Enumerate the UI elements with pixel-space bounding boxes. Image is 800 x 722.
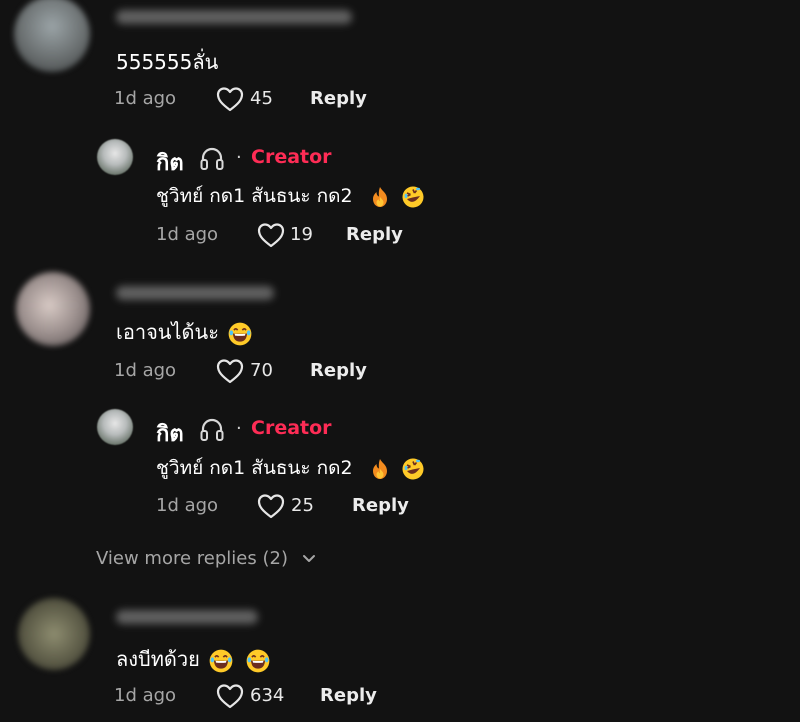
chevron-down-icon [302, 554, 316, 564]
laughing-emoji [208, 648, 234, 674]
heart-outline-icon[interactable] [216, 86, 244, 112]
commenter-name-blurred[interactable] [116, 10, 352, 24]
avatar[interactable] [16, 272, 90, 346]
comment-time: 1d ago [114, 88, 177, 109]
reply-time: 1d ago [156, 224, 219, 245]
avatar[interactable] [14, 0, 90, 72]
reply-button[interactable]: Reply [320, 685, 377, 706]
creator-badge: Creator [251, 417, 332, 439]
comments-panel: 555555ลั่น 1d ago 45 Reply กิต · Creator… [0, 0, 800, 722]
reply-author-name[interactable]: กิต [156, 145, 184, 180]
headphones-icon [199, 417, 225, 443]
heart-outline-icon[interactable] [216, 683, 244, 709]
laughing-emoji [227, 321, 253, 347]
reply-button[interactable]: Reply [346, 224, 403, 245]
like-count: 70 [250, 360, 273, 381]
comment-time: 1d ago [114, 360, 177, 381]
creator-badge: Creator [251, 146, 332, 168]
rofl-emoji [401, 185, 425, 209]
heart-outline-icon[interactable] [257, 493, 285, 519]
laughing-emoji [245, 648, 271, 674]
commenter-name-blurred[interactable] [116, 610, 258, 624]
view-more-replies-button[interactable]: View more replies (2) [96, 548, 316, 569]
comment-text: 555555ลั่น [116, 50, 219, 74]
fire-emoji [369, 186, 391, 208]
headphones-icon [199, 146, 225, 172]
reply-text: ชูวิทย์ กด1 สันธนะ กด2 [156, 453, 425, 483]
view-more-label: View more replies (2) [96, 548, 288, 569]
like-count: 25 [291, 495, 314, 516]
comment-text: เอาจนได้นะ [116, 316, 253, 348]
separator-dot: · [236, 147, 242, 168]
heart-outline-icon[interactable] [216, 358, 244, 384]
reply-text: ชูวิทย์ กด1 สันธนะ กด2 [156, 181, 425, 211]
fire-emoji [369, 458, 391, 480]
like-count: 19 [290, 224, 313, 245]
avatar[interactable] [97, 139, 133, 175]
comment-text: ลงบีทด้วย [116, 643, 271, 675]
reply-button[interactable]: Reply [310, 88, 367, 109]
heart-outline-icon[interactable] [257, 222, 285, 248]
rofl-emoji [401, 457, 425, 481]
like-count: 634 [250, 685, 285, 706]
reply-author-name[interactable]: กิต [156, 416, 184, 451]
separator-dot: · [236, 418, 242, 439]
comment-time: 1d ago [114, 685, 177, 706]
commenter-name-blurred[interactable] [116, 286, 274, 300]
reply-button[interactable]: Reply [352, 495, 409, 516]
reply-time: 1d ago [156, 495, 219, 516]
like-count: 45 [250, 88, 273, 109]
reply-button[interactable]: Reply [310, 360, 367, 381]
avatar[interactable] [18, 598, 90, 670]
avatar[interactable] [97, 409, 133, 445]
